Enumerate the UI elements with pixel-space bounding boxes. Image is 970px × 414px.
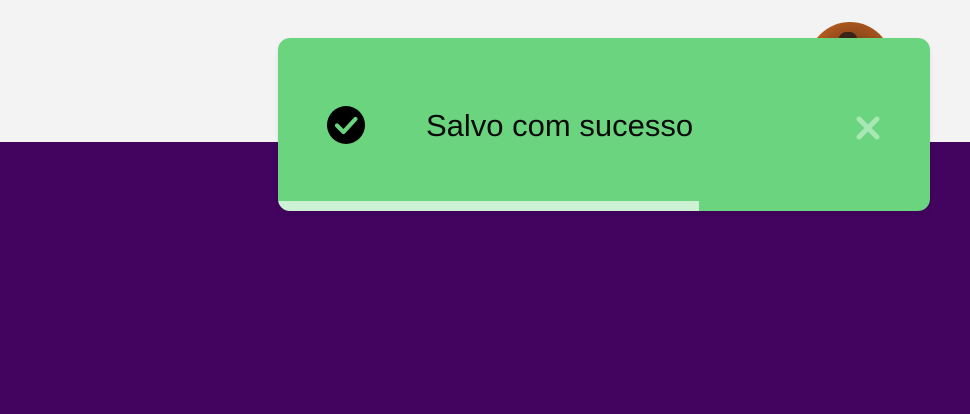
progress-track — [278, 201, 930, 211]
success-toast: Salvo com sucesso — [278, 38, 930, 211]
progress-fill — [278, 201, 699, 211]
toast-message: Salvo com sucesso — [426, 108, 694, 143]
close-button[interactable] — [848, 110, 888, 150]
page: Salvo com sucesso — [0, 0, 970, 414]
check-circle-icon — [326, 105, 366, 145]
close-icon — [855, 115, 881, 146]
